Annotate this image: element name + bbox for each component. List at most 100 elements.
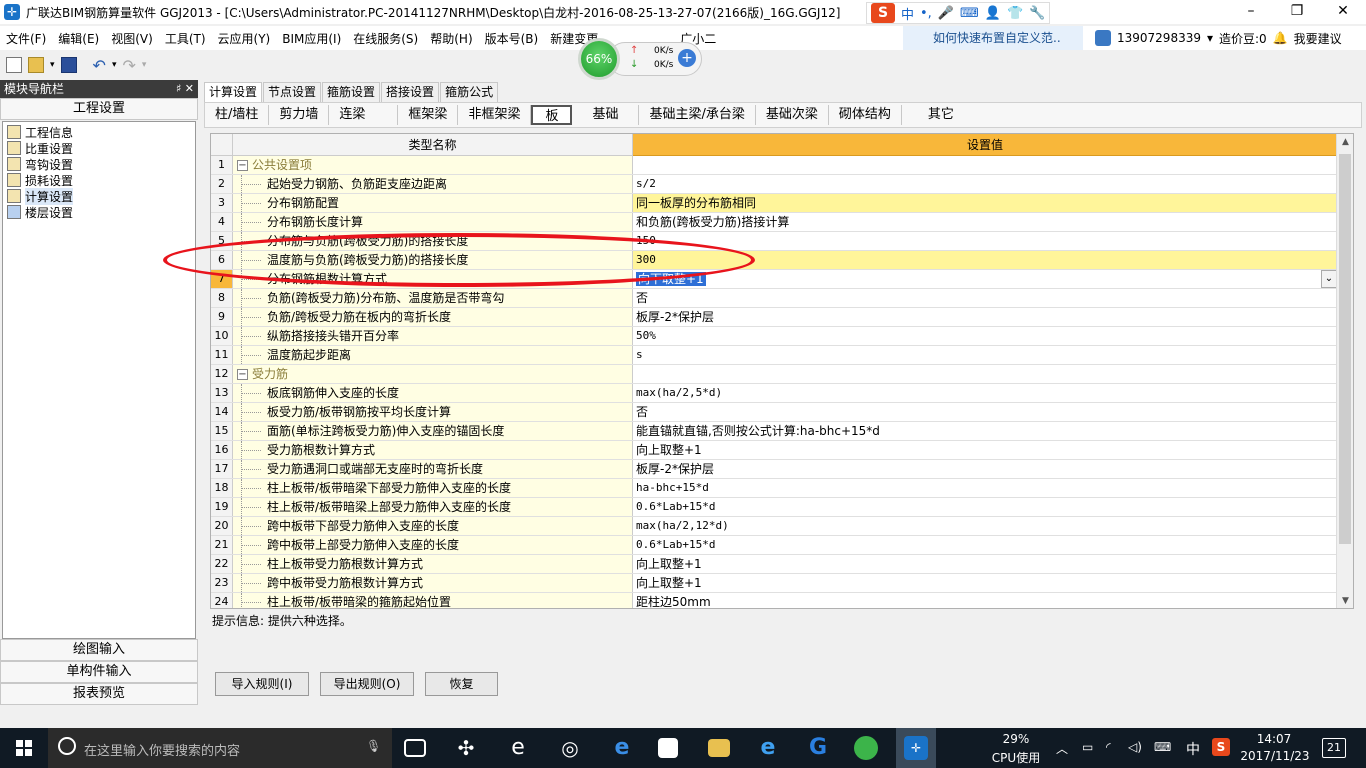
- network-speed-widget[interactable]: 66% ↑ ↓ 0K/s 0K/s +: [578, 38, 702, 80]
- user-phone[interactable]: 13907298339: [1117, 31, 1201, 45]
- chevron-down-icon[interactable]: ▾: [1207, 31, 1213, 45]
- table-row[interactable]: 23 跨中板带受力筋根数计算方式 向上取整+1: [211, 574, 1337, 593]
- collapse-icon[interactable]: −: [237, 159, 248, 171]
- avatar[interactable]: [1095, 30, 1111, 46]
- menu-version[interactable]: 版本号(B): [479, 30, 545, 47]
- scroll-down-icon[interactable]: ▼: [1337, 593, 1353, 608]
- clock-date[interactable]: 2017/11/23: [1240, 749, 1310, 763]
- table-row[interactable]: 7 分布钢筋根数计算方式 向下取整+1 ⌄: [211, 270, 1337, 289]
- cell-setting-value[interactable]: 向上取整+1: [633, 555, 1337, 573]
- open-folder-icon[interactable]: [28, 57, 44, 73]
- table-row[interactable]: 20 跨中板带下部受力筋伸入支座的长度 max(ha/2,12*d): [211, 517, 1337, 536]
- selected-value-text[interactable]: 向下取整+1: [636, 272, 706, 286]
- nav-item-hook[interactable]: 弯钩设置: [3, 156, 195, 172]
- store-icon[interactable]: [658, 738, 678, 758]
- fan-app-icon[interactable]: ✣: [454, 736, 478, 760]
- user-icon[interactable]: 👤: [985, 6, 1001, 21]
- table-row[interactable]: 11 温度筋起步距离 s: [211, 346, 1337, 365]
- ie-blue-icon[interactable]: e: [756, 736, 780, 760]
- cell-setting-value[interactable]: 否: [633, 289, 1337, 307]
- tab-other[interactable]: 其它: [902, 105, 980, 125]
- cell-setting-value[interactable]: 和负筋(跨板受力筋)搭接计算: [633, 213, 1337, 231]
- nav-item-calc-settings[interactable]: 计算设置: [3, 187, 195, 205]
- menu-edit[interactable]: 编辑(E): [52, 30, 105, 47]
- wifi-icon[interactable]: ◜: [1106, 740, 1111, 754]
- table-row[interactable]: 3 分布钢筋配置 同一板厚的分布筋相同: [211, 194, 1337, 213]
- nav-item-density[interactable]: 比重设置: [3, 140, 195, 156]
- table-row[interactable]: 17 受力筋遇洞口或端部无支座时的弯折长度 板厚-2*保护层: [211, 460, 1337, 479]
- collapse-icon[interactable]: −: [237, 368, 248, 380]
- cell-setting-value[interactable]: 150: [633, 232, 1337, 250]
- undo-icon[interactable]: ↶: [93, 56, 106, 75]
- table-row[interactable]: 8 负筋(跨板受力筋)分布筋、温度筋是否带弯勾 否: [211, 289, 1337, 308]
- sogou-ime-icon[interactable]: S: [871, 3, 895, 23]
- save-icon[interactable]: [60, 57, 77, 73]
- cell-setting-value[interactable]: 距柱边50mm: [633, 593, 1337, 608]
- browser-icon[interactable]: ◎: [558, 736, 582, 760]
- keyboard-icon[interactable]: ⌨: [1154, 740, 1171, 754]
- edge-icon[interactable]: e: [610, 736, 634, 760]
- cell-setting-value[interactable]: 50%: [633, 327, 1337, 345]
- restore-button[interactable]: ❐: [1274, 0, 1320, 24]
- menu-cloud[interactable]: 云应用(Y): [212, 30, 277, 47]
- bell-icon[interactable]: 🔔: [1273, 31, 1288, 45]
- menu-online-service[interactable]: 在线服务(S): [347, 30, 424, 47]
- column-header-setting-value[interactable]: 设置值: [633, 134, 1337, 156]
- tools-icon[interactable]: 🔧: [1029, 6, 1045, 21]
- chevron-up-icon[interactable]: ︿: [1056, 740, 1068, 757]
- cell-setting-value[interactable]: 向上取整+1: [633, 441, 1337, 459]
- tab-lap-settings[interactable]: 搭接设置: [381, 82, 440, 102]
- cell-setting-value[interactable]: 0.6*Lab+15*d: [633, 498, 1337, 516]
- table-row[interactable]: 24 柱上板带/板带暗梁的箍筋起始位置 距柱边50mm: [211, 593, 1337, 608]
- taskbar-search[interactable]: 在这里输入你要搜索的内容 🎙: [48, 728, 392, 768]
- cell-setting-value[interactable]: 板厚-2*保护层: [633, 308, 1337, 326]
- tab-non-frame-beam[interactable]: 非框架梁: [458, 105, 532, 125]
- menu-file[interactable]: 文件(F): [0, 30, 52, 47]
- chevron-down-icon[interactable]: ▾: [112, 60, 117, 70]
- table-row[interactable]: 19 柱上板带/板带暗梁上部受力筋伸入支座的长度 0.6*Lab+15*d: [211, 498, 1337, 517]
- nav-panel-controls[interactable]: ♯ ✕: [176, 80, 194, 98]
- table-row[interactable]: 5 分布筋与负筋(跨板受力筋)的搭接长度 150: [211, 232, 1337, 251]
- cell-setting-value[interactable]: 0.6*Lab+15*d: [633, 536, 1337, 554]
- ime-mode-label[interactable]: 中: [901, 4, 914, 23]
- file-explorer-icon[interactable]: [708, 739, 730, 757]
- nav-section-project-settings[interactable]: 工程设置: [0, 98, 198, 120]
- cell-setting-value[interactable]: 板厚-2*保护层: [633, 460, 1337, 478]
- cell-setting-value[interactable]: [633, 156, 1337, 174]
- tab-foundation-main-beam[interactable]: 基础主梁/承台梁: [639, 105, 756, 125]
- nav-section-single-component[interactable]: 单构件输入: [0, 661, 198, 683]
- start-button[interactable]: [0, 728, 48, 768]
- ie-icon[interactable]: e: [506, 736, 530, 760]
- chevron-down-icon[interactable]: ⌄: [1321, 270, 1337, 288]
- task-view-icon[interactable]: [404, 739, 426, 757]
- battery-icon[interactable]: ▭: [1082, 740, 1093, 754]
- cell-setting-value[interactable]: s/2: [633, 175, 1337, 193]
- nav-item-loss[interactable]: 损耗设置: [3, 172, 195, 188]
- cell-setting-value[interactable]: 300: [633, 251, 1337, 269]
- clock-time[interactable]: 14:07: [1246, 732, 1302, 746]
- ime-indicator[interactable]: 中: [1186, 739, 1200, 759]
- table-row[interactable]: 9 负筋/跨板受力筋在板内的弯折长度 板厚-2*保护层: [211, 308, 1337, 327]
- menu-help[interactable]: 帮助(H): [424, 30, 478, 47]
- help-tip-link[interactable]: 如何快速布置自定义范..: [903, 26, 1083, 50]
- tab-shear-wall[interactable]: 剪力墙: [269, 105, 330, 125]
- table-row[interactable]: 10 纵筋搭接接头错开百分率 50%: [211, 327, 1337, 346]
- tab-stirrup-settings[interactable]: 箍筋设置: [322, 82, 381, 102]
- menu-tools[interactable]: 工具(T): [159, 30, 212, 47]
- sogou-tray-icon[interactable]: S: [1212, 738, 1230, 756]
- export-rules-button[interactable]: 导出规则(O): [320, 672, 414, 696]
- glodon-g-icon[interactable]: G: [806, 736, 830, 760]
- cell-setting-value[interactable]: ha-bhc+15*d: [633, 479, 1337, 497]
- nav-section-report-preview[interactable]: 报表预览: [0, 683, 198, 705]
- keyboard-icon[interactable]: ⌨: [960, 6, 979, 21]
- tab-column[interactable]: 柱/墙柱: [205, 105, 270, 125]
- import-rules-button[interactable]: 导入规则(I): [215, 672, 309, 696]
- tab-slab[interactable]: 板: [531, 105, 573, 125]
- cell-setting-value[interactable]: max(ha/2,5*d): [633, 384, 1337, 402]
- cell-setting-value[interactable]: max(ha/2,12*d): [633, 517, 1337, 535]
- green-app-icon[interactable]: [854, 736, 878, 760]
- skin-icon[interactable]: 👕: [1007, 6, 1023, 21]
- table-row[interactable]: 14 板受力筋/板带钢筋按平均长度计算 否: [211, 403, 1337, 422]
- tab-masonry[interactable]: 砌体结构: [829, 105, 902, 125]
- ggj-app-active[interactable]: ✛: [896, 728, 936, 768]
